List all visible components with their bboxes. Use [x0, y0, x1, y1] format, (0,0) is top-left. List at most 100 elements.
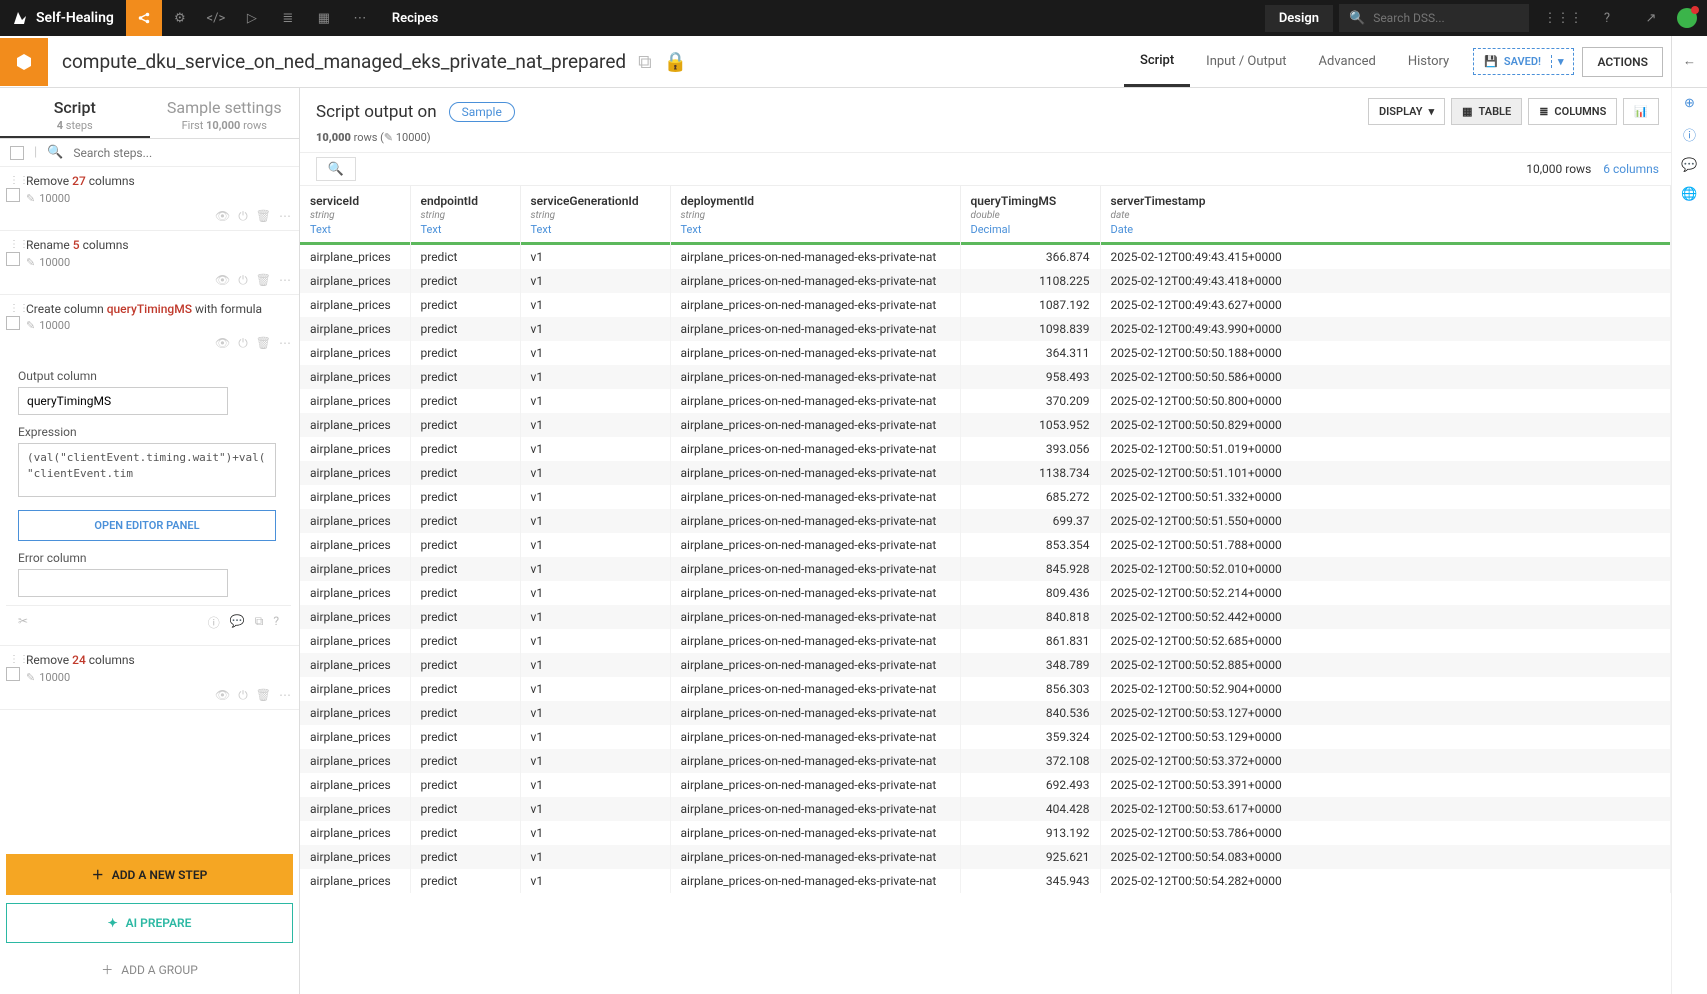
table-row[interactable]: airplane_pricespredictv1airplane_prices-… [300, 245, 1671, 269]
table-view-button[interactable]: ▦TABLE [1451, 98, 1522, 125]
table-row[interactable]: airplane_pricespredictv1airplane_prices-… [300, 293, 1671, 317]
comment-icon[interactable]: 💬 [230, 614, 245, 631]
eye-icon[interactable]: 👁 [215, 273, 230, 288]
table-row[interactable]: airplane_pricespredictv1airplane_prices-… [300, 533, 1671, 557]
open-editor-button[interactable]: OPEN EDITOR PANEL [18, 510, 276, 541]
step-item[interactable]: ⋮⋮ Remove 24 columns ✎10000 👁⏻🗑⋯ [0, 646, 299, 710]
col-header[interactable]: serviceGenerationId [520, 186, 670, 210]
output-column-input[interactable] [18, 387, 228, 415]
more-icon[interactable]: ⋯ [342, 0, 378, 36]
power-icon[interactable]: ⏻ [238, 209, 248, 224]
chat-icon[interactable]: 💬 [1681, 158, 1697, 173]
col-header[interactable]: deploymentId [670, 186, 960, 210]
drag-icon[interactable]: ⋮⋮ [9, 175, 17, 186]
lp-tab-script[interactable]: Script 4 steps [0, 88, 150, 138]
table-row[interactable]: airplane_pricespredictv1airplane_prices-… [300, 389, 1671, 413]
share-button[interactable] [126, 0, 162, 36]
col-header[interactable]: serviceId [300, 186, 410, 210]
table-row[interactable]: airplane_pricespredictv1airplane_prices-… [300, 629, 1671, 653]
global-search-input[interactable] [1373, 11, 1529, 25]
meaning-select[interactable]: Text [410, 221, 520, 242]
step-checkbox[interactable] [6, 252, 20, 266]
recipes-tab[interactable]: Recipes [378, 0, 452, 36]
apps-icon[interactable]: ⋮⋮⋮ [1545, 0, 1581, 36]
table-row[interactable]: airplane_pricespredictv1airplane_prices-… [300, 725, 1671, 749]
eye-icon[interactable]: 👁 [215, 336, 230, 351]
global-search[interactable]: 🔍 [1339, 4, 1529, 32]
meaning-select[interactable]: Text [520, 221, 670, 242]
chart-view-button[interactable]: 📊 [1623, 98, 1659, 125]
table-row[interactable]: airplane_pricespredictv1airplane_prices-… [300, 341, 1671, 365]
expression-textarea[interactable] [18, 443, 276, 497]
more-icon[interactable]: ⋯ [279, 688, 291, 703]
more-icon[interactable]: ⋯ [279, 273, 291, 288]
table-row[interactable]: airplane_pricespredictv1airplane_prices-… [300, 365, 1671, 389]
table-row[interactable]: airplane_pricespredictv1airplane_prices-… [300, 821, 1671, 845]
table-row[interactable]: airplane_pricespredictv1airplane_prices-… [300, 749, 1671, 773]
table-row[interactable]: airplane_pricespredictv1airplane_prices-… [300, 581, 1671, 605]
info-icon[interactable]: ⓘ [208, 614, 220, 631]
drag-icon[interactable]: ⋮⋮ [9, 654, 17, 665]
help-icon[interactable]: ? [273, 614, 279, 631]
info-circle-icon[interactable]: ⓘ [1683, 125, 1696, 144]
error-column-input[interactable] [18, 569, 228, 597]
table-row[interactable]: airplane_pricespredictv1airplane_prices-… [300, 317, 1671, 341]
copy-icon[interactable]: ⧉ [255, 614, 264, 631]
add-group-button[interactable]: ＋ADD A GROUP [6, 951, 293, 988]
col-header[interactable]: serverTimestamp [1100, 186, 1671, 210]
trash-icon[interactable]: 🗑 [256, 688, 271, 703]
table-row[interactable]: airplane_pricespredictv1airplane_prices-… [300, 773, 1671, 797]
columns-view-button[interactable]: ≣COLUMNS [1528, 98, 1617, 125]
display-button[interactable]: DISPLAY▾ [1368, 98, 1445, 125]
globe-icon[interactable]: 🌐 [1681, 187, 1697, 202]
power-icon[interactable]: ⏻ [238, 688, 248, 703]
formula-cut-icon[interactable]: ✂ [18, 614, 28, 631]
meaning-select[interactable]: Text [670, 221, 960, 242]
col-header[interactable]: endpointId [410, 186, 520, 210]
sample-button[interactable]: Sample [449, 102, 515, 122]
table-row[interactable]: airplane_pricespredictv1airplane_prices-… [300, 677, 1671, 701]
table-row[interactable]: airplane_pricespredictv1airplane_prices-… [300, 485, 1671, 509]
tab-script[interactable]: Script [1124, 36, 1190, 87]
table-row[interactable]: airplane_pricespredictv1airplane_prices-… [300, 413, 1671, 437]
saved-button[interactable]: 💾 SAVED! ▾ [1473, 48, 1574, 75]
table-row[interactable]: airplane_pricespredictv1airplane_prices-… [300, 461, 1671, 485]
ai-prepare-button[interactable]: ✦AI PREPARE [6, 903, 293, 943]
back-arrow-icon[interactable]: ← [1671, 36, 1707, 88]
table-row[interactable]: airplane_pricespredictv1airplane_prices-… [300, 701, 1671, 725]
drag-icon[interactable]: ⋮⋮ [9, 303, 17, 314]
project-home[interactable]: Self-Healing [0, 0, 126, 36]
grid-icon[interactable]: ▦ [306, 0, 342, 36]
col-header[interactable]: queryTimingMS [960, 186, 1100, 210]
avatar[interactable] [1677, 8, 1697, 28]
add-step-button[interactable]: ＋ADD A NEW STEP [6, 854, 293, 895]
add-circle-icon[interactable]: ⊕ [1684, 96, 1695, 111]
tab-io[interactable]: Input / Output [1190, 36, 1302, 87]
table-row[interactable]: airplane_pricespredictv1airplane_prices-… [300, 437, 1671, 461]
meaning-select[interactable]: Date [1100, 221, 1671, 242]
step-item[interactable]: ⋮⋮ Rename 5 columns ✎10000 👁⏻🗑⋯ [0, 231, 299, 295]
select-all-steps-checkbox[interactable] [10, 146, 24, 160]
table-row[interactable]: airplane_pricespredictv1airplane_prices-… [300, 869, 1671, 893]
trash-icon[interactable]: 🗑 [256, 336, 271, 351]
column-summary[interactable]: 6 columns [1603, 162, 1659, 176]
steps-search-input[interactable] [73, 146, 289, 160]
activity-icon[interactable]: ↗ [1633, 0, 1669, 36]
flow-icon[interactable]: ⚙ [162, 0, 198, 36]
table-row[interactable]: airplane_pricespredictv1airplane_prices-… [300, 509, 1671, 533]
trash-icon[interactable]: 🗑 [256, 209, 271, 224]
table-row[interactable]: airplane_pricespredictv1airplane_prices-… [300, 845, 1671, 869]
tab-history[interactable]: History [1392, 36, 1465, 87]
help-icon[interactable]: ? [1589, 0, 1625, 36]
step-checkbox[interactable] [6, 188, 20, 202]
more-icon[interactable]: ⋯ [279, 336, 291, 351]
table-row[interactable]: airplane_pricespredictv1airplane_prices-… [300, 653, 1671, 677]
stack-icon[interactable]: ≣ [270, 0, 306, 36]
table-row[interactable]: airplane_pricespredictv1airplane_prices-… [300, 605, 1671, 629]
table-row[interactable]: airplane_pricespredictv1airplane_prices-… [300, 557, 1671, 581]
save-chevron-icon[interactable]: ▾ [1551, 55, 1564, 68]
step-checkbox[interactable] [6, 667, 20, 681]
eye-icon[interactable]: 👁 [215, 688, 230, 703]
copy-icon[interactable]: ⧉ [638, 50, 652, 73]
more-icon[interactable]: ⋯ [279, 209, 291, 224]
